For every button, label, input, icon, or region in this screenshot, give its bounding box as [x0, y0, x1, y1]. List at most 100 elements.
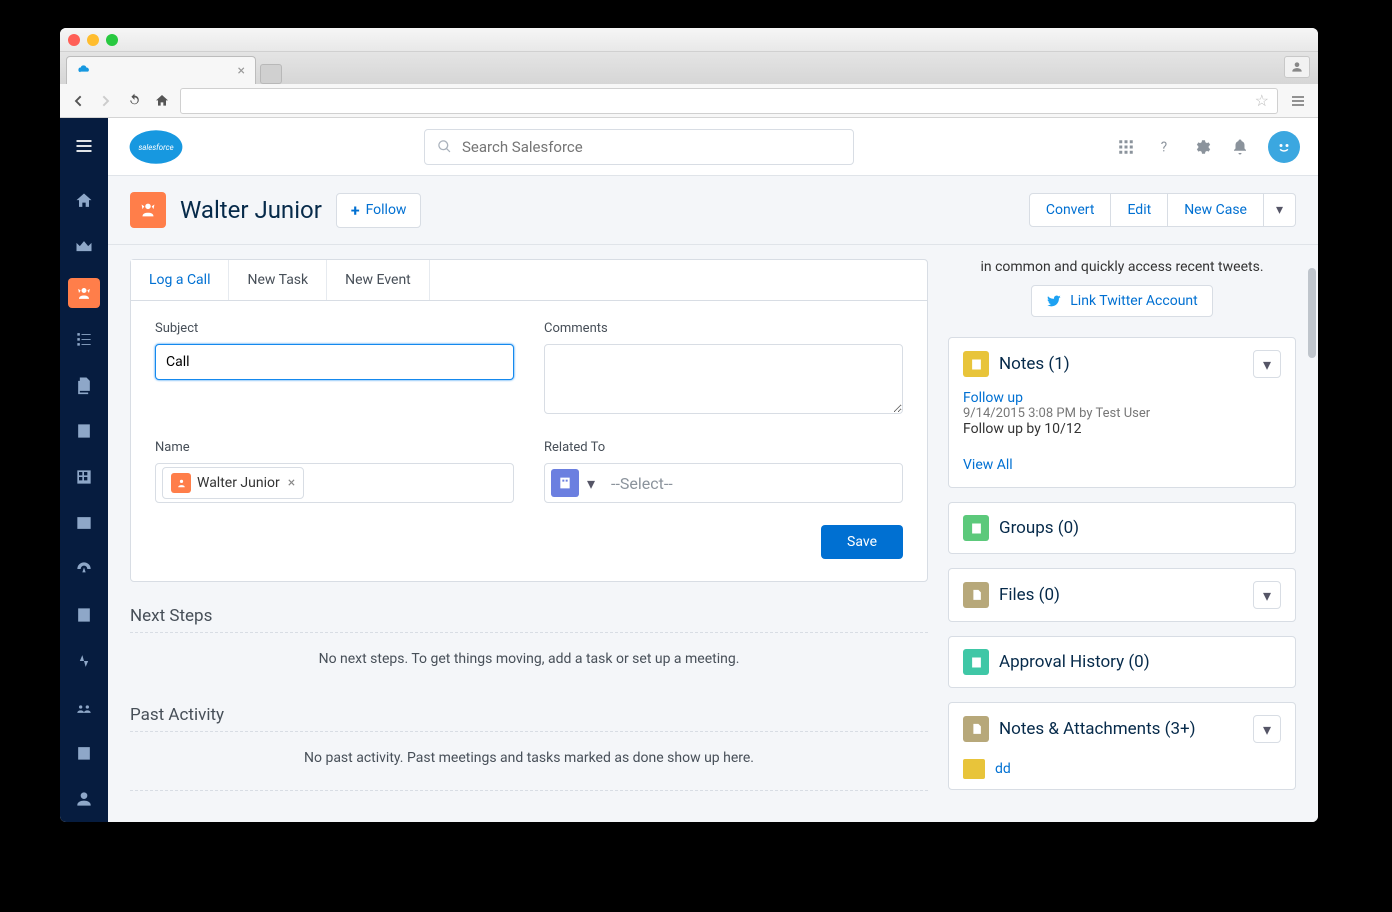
files-title[interactable]: Files (0)	[999, 585, 1060, 605]
mac-titlebar	[60, 28, 1318, 52]
chrome-toolbar: ☆	[60, 84, 1318, 118]
nav-files-icon[interactable]	[68, 370, 100, 400]
tab-new-task[interactable]: New Task	[229, 260, 327, 300]
save-button[interactable]: Save	[821, 525, 903, 559]
files-card-icon	[963, 582, 989, 608]
notifications-bell-icon[interactable]	[1230, 137, 1250, 157]
app-shell: salesforce ? Walter	[60, 118, 1318, 822]
notes-card: Notes (1) ▾ Follow up 9/14/2015 3:08 PM …	[948, 337, 1296, 488]
attachment-link[interactable]: dd	[995, 761, 1011, 777]
home-button[interactable]	[152, 91, 172, 111]
notes-view-all[interactable]: View All	[949, 449, 1295, 487]
salesforce-logo[interactable]: salesforce	[126, 126, 186, 168]
nav-feed-icon[interactable]	[68, 646, 100, 676]
twitter-hint-text: in common and quickly access recent twee…	[948, 259, 1296, 275]
approval-card-icon	[963, 649, 989, 675]
nav-groups-icon[interactable]	[68, 692, 100, 722]
activity-panel: Log a Call New Task New Event Subject	[130, 259, 928, 582]
browser-window: × ☆	[60, 28, 1318, 822]
name-pill[interactable]: Walter Junior ×	[162, 467, 304, 499]
chrome-profile-button[interactable]	[1284, 56, 1310, 78]
setup-gear-icon[interactable]	[1192, 137, 1212, 157]
subject-input[interactable]	[155, 344, 514, 380]
svg-text:?: ?	[1161, 139, 1167, 155]
approval-title[interactable]: Approval History (0)	[999, 652, 1150, 672]
files-menu-button[interactable]: ▾	[1253, 581, 1281, 609]
nav-calendar-icon[interactable]	[68, 738, 100, 768]
window-zoom-dot[interactable]	[106, 34, 118, 46]
window-minimize-dot[interactable]	[87, 34, 99, 46]
bookmark-star-icon[interactable]: ☆	[1255, 91, 1269, 110]
back-button[interactable]	[68, 91, 88, 111]
tab-new-event[interactable]: New Event	[327, 260, 430, 300]
side-column: in common and quickly access recent twee…	[948, 245, 1296, 800]
follow-button[interactable]: + Follow	[336, 193, 422, 228]
more-actions-button[interactable]: ▾	[1264, 193, 1296, 227]
tab-log-a-call[interactable]: Log a Call	[131, 260, 229, 300]
nav-rail	[60, 118, 108, 822]
edit-button[interactable]: Edit	[1111, 193, 1168, 227]
new-tab-button[interactable]	[260, 64, 282, 84]
folder-icon	[963, 759, 985, 779]
name-lookup[interactable]: Walter Junior ×	[155, 463, 514, 503]
related-object-icon	[551, 469, 579, 497]
related-to-select[interactable]: ▾ --Select--	[544, 463, 903, 503]
nav-people-icon[interactable]	[68, 784, 100, 814]
groups-title[interactable]: Groups (0)	[999, 518, 1079, 538]
nav-dashboards-icon[interactable]	[68, 554, 100, 584]
record-body: Log a Call New Task New Event Subject	[108, 245, 1318, 822]
new-case-button[interactable]: New Case	[1168, 193, 1264, 227]
person-icon	[1290, 60, 1304, 74]
svg-text:salesforce: salesforce	[138, 143, 173, 152]
past-activity-heading: Past Activity	[130, 705, 928, 732]
twitter-icon	[1046, 293, 1062, 309]
comments-textarea[interactable]	[544, 344, 903, 414]
log-call-form: Subject Comments Name	[131, 301, 927, 581]
nav-accounts-icon[interactable]	[68, 462, 100, 492]
notes-menu-button[interactable]: ▾	[1253, 350, 1281, 378]
nav-notes-icon[interactable]	[68, 416, 100, 446]
chrome-menu-button[interactable]	[1286, 93, 1310, 109]
nav-contacts-icon[interactable]	[68, 508, 100, 538]
nav-toggle-icon[interactable]	[74, 136, 94, 156]
address-bar[interactable]: ☆	[180, 88, 1278, 114]
subject-label: Subject	[155, 321, 514, 336]
browser-tab[interactable]: ×	[66, 56, 256, 84]
global-search[interactable]	[424, 129, 854, 165]
nav-leads-icon[interactable]	[68, 278, 100, 308]
follow-label: Follow	[366, 202, 407, 218]
related-to-label: Related To	[544, 440, 903, 455]
nav-crown-icon[interactable]	[68, 232, 100, 262]
pill-remove-icon[interactable]: ×	[288, 475, 295, 491]
window-close-dot[interactable]	[68, 34, 80, 46]
notes-title[interactable]: Notes (1)	[999, 354, 1070, 374]
app-launcher-icon[interactable]	[1116, 137, 1136, 157]
reload-button[interactable]	[124, 91, 144, 111]
convert-button[interactable]: Convert	[1029, 193, 1112, 227]
attachments-card-icon	[963, 716, 989, 742]
link-twitter-button[interactable]: Link Twitter Account	[1031, 285, 1212, 317]
search-input[interactable]	[462, 138, 841, 156]
past-activity-empty: No past activity. Past meetings and task…	[130, 736, 928, 780]
nav-tasks-icon[interactable]	[68, 324, 100, 354]
global-header: salesforce ?	[108, 118, 1318, 176]
note-preview: Follow up by 10/12	[963, 421, 1281, 437]
nav-reports-icon[interactable]	[68, 600, 100, 630]
files-card: Files (0) ▾	[948, 568, 1296, 622]
attachments-menu-button[interactable]: ▾	[1253, 715, 1281, 743]
search-icon	[437, 139, 452, 154]
twitter-card: in common and quickly access recent twee…	[948, 259, 1296, 323]
nav-home-icon[interactable]	[68, 186, 100, 216]
name-pill-text: Walter Junior	[197, 475, 280, 491]
forward-button[interactable]	[96, 91, 116, 111]
note-meta: 9/14/2015 3:08 PM by Test User	[963, 406, 1281, 421]
attachments-title[interactable]: Notes & Attachments (3+)	[999, 719, 1196, 739]
record-title: Walter Junior	[180, 196, 322, 224]
tab-close-icon[interactable]: ×	[238, 63, 245, 79]
twitter-btn-label: Link Twitter Account	[1070, 293, 1197, 309]
scrollbar[interactable]	[1308, 268, 1316, 358]
help-icon[interactable]: ?	[1154, 137, 1174, 157]
note-link[interactable]: Follow up	[963, 390, 1281, 406]
user-avatar[interactable]	[1268, 131, 1300, 163]
next-steps-empty: No next steps. To get things moving, add…	[130, 637, 928, 681]
